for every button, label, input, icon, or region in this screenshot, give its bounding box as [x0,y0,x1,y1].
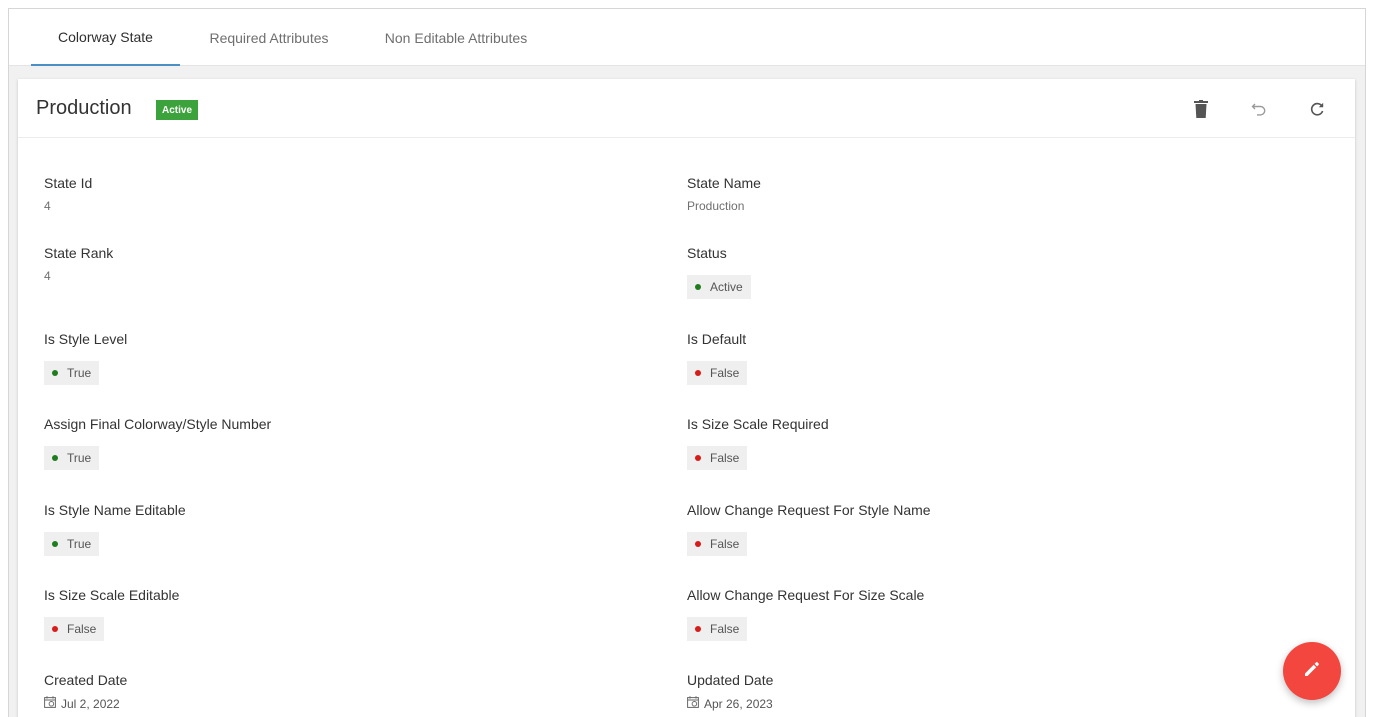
chip-text: False [710,537,740,551]
chip-text: Active [710,280,743,294]
field-state-rank: State Rank 4 [44,245,113,283]
status-chip: Active [687,275,751,299]
red-dot-icon [695,455,701,461]
field-is-style-level: Is Style Level True [44,331,127,385]
tab-bar: Colorway State Required Attributes Non E… [9,9,1365,66]
field-value: Production [687,199,745,213]
field-assign-final-number: Assign Final Colorway/Style Number True [44,416,271,470]
green-dot-icon [52,455,58,461]
status-badge: Active [156,100,199,120]
chip-text: True [67,537,92,551]
boolean-chip: True [44,532,100,556]
field-label: Is Default [687,331,747,347]
red-dot-icon [695,541,701,547]
chip-text: False [67,622,97,636]
field-label: Is Size Scale Required [687,416,829,432]
field-label: Allow Change Request For Style Name [687,502,931,518]
chip-text: False [710,366,740,380]
date-text: Jul 2, 2022 [61,696,120,711]
field-size-scale-required: Is Size Scale Required False [687,416,829,470]
pencil-icon [1303,660,1321,683]
boolean-chip: True [44,446,100,470]
page-title: Production [36,97,132,119]
chip-text: True [67,451,92,465]
field-created-date: Created Date Jul 2, 2022 [44,672,127,711]
field-label: State Rank [44,245,114,261]
refresh-icon[interactable] [1304,96,1330,122]
field-style-name-editable: Is Style Name Editable True [44,502,186,556]
boolean-chip: False [687,532,748,556]
red-dot-icon [52,626,58,632]
tab-required-attributes[interactable]: Required Attributes [189,9,349,66]
field-status: Status Active [687,245,751,299]
green-dot-icon [52,370,58,376]
boolean-chip: False [687,446,748,470]
state-detail-card: Production Active State Id 4 State Name … [18,79,1355,717]
calendar-clock-icon [44,696,56,711]
field-label: Is Style Name Editable [44,502,186,518]
trash-icon[interactable] [1188,96,1214,122]
date-value: Jul 2, 2022 [44,696,127,711]
field-label: Is Style Level [44,331,128,347]
field-is-default: Is Default False [687,331,748,385]
undo-icon[interactable] [1246,96,1272,122]
calendar-clock-icon [687,696,699,711]
field-label: Allow Change Request For Size Scale [687,587,925,603]
field-label: Status [687,245,727,261]
tab-non-editable-attributes[interactable]: Non Editable Attributes [361,9,551,66]
boolean-chip: True [44,361,100,385]
field-label: State Id [44,175,93,191]
edit-fab-button[interactable] [1283,642,1341,700]
red-dot-icon [695,626,701,632]
date-value: Apr 26, 2023 [687,696,773,711]
field-label: Is Size Scale Editable [44,587,180,603]
field-state-name: State Name Production [687,175,761,213]
field-state-id: State Id 4 [44,175,92,213]
green-dot-icon [695,284,701,290]
field-label: Created Date [44,672,128,688]
field-value: 4 [44,269,51,283]
app-frame: Colorway State Required Attributes Non E… [8,8,1366,717]
chip-text: True [67,366,92,380]
field-updated-date: Updated Date Apr 26, 2023 [687,672,773,711]
card-header: Production Active [18,79,1355,138]
boolean-chip: False [44,617,105,641]
field-size-scale-editable: Is Size Scale Editable False [44,587,179,641]
date-text: Apr 26, 2023 [704,696,773,711]
field-label: State Name [687,175,761,191]
field-change-request-style-name: Allow Change Request For Style Name Fals… [687,502,931,556]
red-dot-icon [695,370,701,376]
green-dot-icon [52,541,58,547]
tab-colorway-state[interactable]: Colorway State [31,9,180,66]
chip-text: False [710,451,740,465]
field-value: 4 [44,199,51,213]
chip-text: False [710,622,740,636]
boolean-chip: False [687,617,748,641]
boolean-chip: False [687,361,748,385]
field-label: Assign Final Colorway/Style Number [44,416,272,432]
field-change-request-size-scale: Allow Change Request For Size Scale Fals… [687,587,924,641]
field-label: Updated Date [687,672,774,688]
